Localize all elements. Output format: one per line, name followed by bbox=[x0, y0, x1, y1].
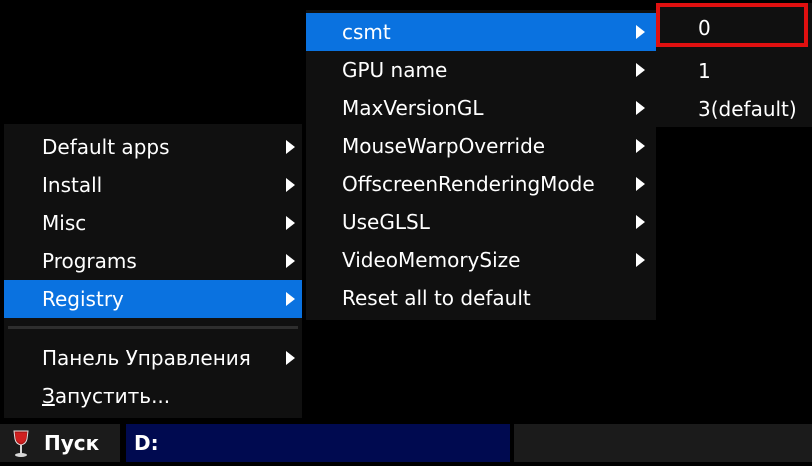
start-button[interactable]: Пуск bbox=[0, 424, 120, 462]
submenu-arrow-icon bbox=[286, 216, 295, 230]
taskbar-window-button[interactable]: D: bbox=[126, 424, 510, 462]
menu-item-csmt-1[interactable]: 1 bbox=[656, 52, 812, 90]
menu-item-offscreenrenderingmode[interactable]: OffscreenRenderingMode bbox=[306, 165, 656, 203]
menu-item-install[interactable]: Install bbox=[4, 166, 302, 204]
menu-item-label: Запустить... bbox=[42, 384, 171, 408]
menu-item-maxversiongl[interactable]: MaxVersionGL bbox=[306, 89, 656, 127]
menu-item-label: csmt bbox=[342, 20, 391, 44]
submenu-arrow-icon bbox=[636, 253, 645, 267]
submenu-arrow-icon bbox=[286, 254, 295, 268]
taskbar-window-label: D: bbox=[134, 431, 159, 455]
submenu-arrow-icon bbox=[636, 63, 645, 77]
menu-item-control-panel[interactable]: Панель Управления bbox=[4, 339, 302, 377]
menu-item-label: Панель Управления bbox=[42, 346, 251, 370]
wine-glass-icon bbox=[13, 430, 29, 457]
menu-item-label: Default apps bbox=[42, 135, 170, 159]
menu-item-label: MouseWarpOverride bbox=[342, 134, 546, 158]
submenu-arrow-icon bbox=[636, 101, 645, 115]
submenu-arrow-icon bbox=[636, 177, 645, 191]
taskbar: Пуск D: bbox=[0, 420, 812, 466]
menu-item-label: OffscreenRenderingMode bbox=[342, 172, 595, 196]
submenu-arrow-icon bbox=[286, 178, 295, 192]
menu-item-csmt[interactable]: csmt bbox=[306, 13, 656, 51]
submenu-arrow-icon bbox=[636, 139, 645, 153]
menu-item-videomemorysize[interactable]: VideoMemorySize bbox=[306, 241, 656, 279]
start-menu: Default apps Install Misc Programs Regis… bbox=[4, 124, 302, 418]
registry-submenu: csmt GPU name MaxVersionGL MouseWarpOver… bbox=[306, 10, 656, 320]
menu-item-label: Install bbox=[42, 173, 103, 197]
menu-item-label: GPU name bbox=[342, 58, 448, 82]
menu-item-label: VideoMemorySize bbox=[342, 248, 521, 272]
menu-item-label: Programs bbox=[42, 249, 137, 273]
menu-item-csmt-3-default[interactable]: 3(default) bbox=[656, 90, 812, 128]
menu-item-label: 3(default) bbox=[698, 97, 797, 121]
submenu-arrow-icon bbox=[286, 351, 295, 365]
menu-item-mousewarpoverride[interactable]: MouseWarpOverride bbox=[306, 127, 656, 165]
submenu-arrow-icon bbox=[636, 25, 645, 39]
submenu-arrow-icon bbox=[286, 140, 295, 154]
system-tray bbox=[514, 424, 812, 462]
menu-item-label: UseGLSL bbox=[342, 210, 430, 234]
menu-item-gpu-name[interactable]: GPU name bbox=[306, 51, 656, 89]
menu-separator bbox=[8, 326, 298, 329]
submenu-arrow-icon bbox=[286, 292, 295, 306]
menu-item-registry[interactable]: Registry bbox=[4, 280, 302, 318]
submenu-arrow-icon bbox=[636, 215, 645, 229]
menu-item-label: Reset all to default bbox=[342, 286, 531, 310]
menu-item-programs[interactable]: Programs bbox=[4, 242, 302, 280]
menu-item-run[interactable]: Запустить... bbox=[4, 377, 302, 415]
desktop: Default apps Install Misc Programs Regis… bbox=[0, 0, 812, 466]
highlight-frame bbox=[656, 3, 808, 47]
menu-item-default-apps[interactable]: Default apps bbox=[4, 128, 302, 166]
menu-item-label: Registry bbox=[42, 287, 124, 311]
menu-item-label: Misc bbox=[42, 211, 87, 235]
menu-item-useglsl[interactable]: UseGLSL bbox=[306, 203, 656, 241]
menu-item-label: 1 bbox=[698, 59, 711, 83]
start-label: Пуск bbox=[44, 431, 100, 455]
menu-item-reset-all[interactable]: Reset all to default bbox=[306, 279, 656, 317]
menu-item-misc[interactable]: Misc bbox=[4, 204, 302, 242]
menu-item-label: MaxVersionGL bbox=[342, 96, 484, 120]
